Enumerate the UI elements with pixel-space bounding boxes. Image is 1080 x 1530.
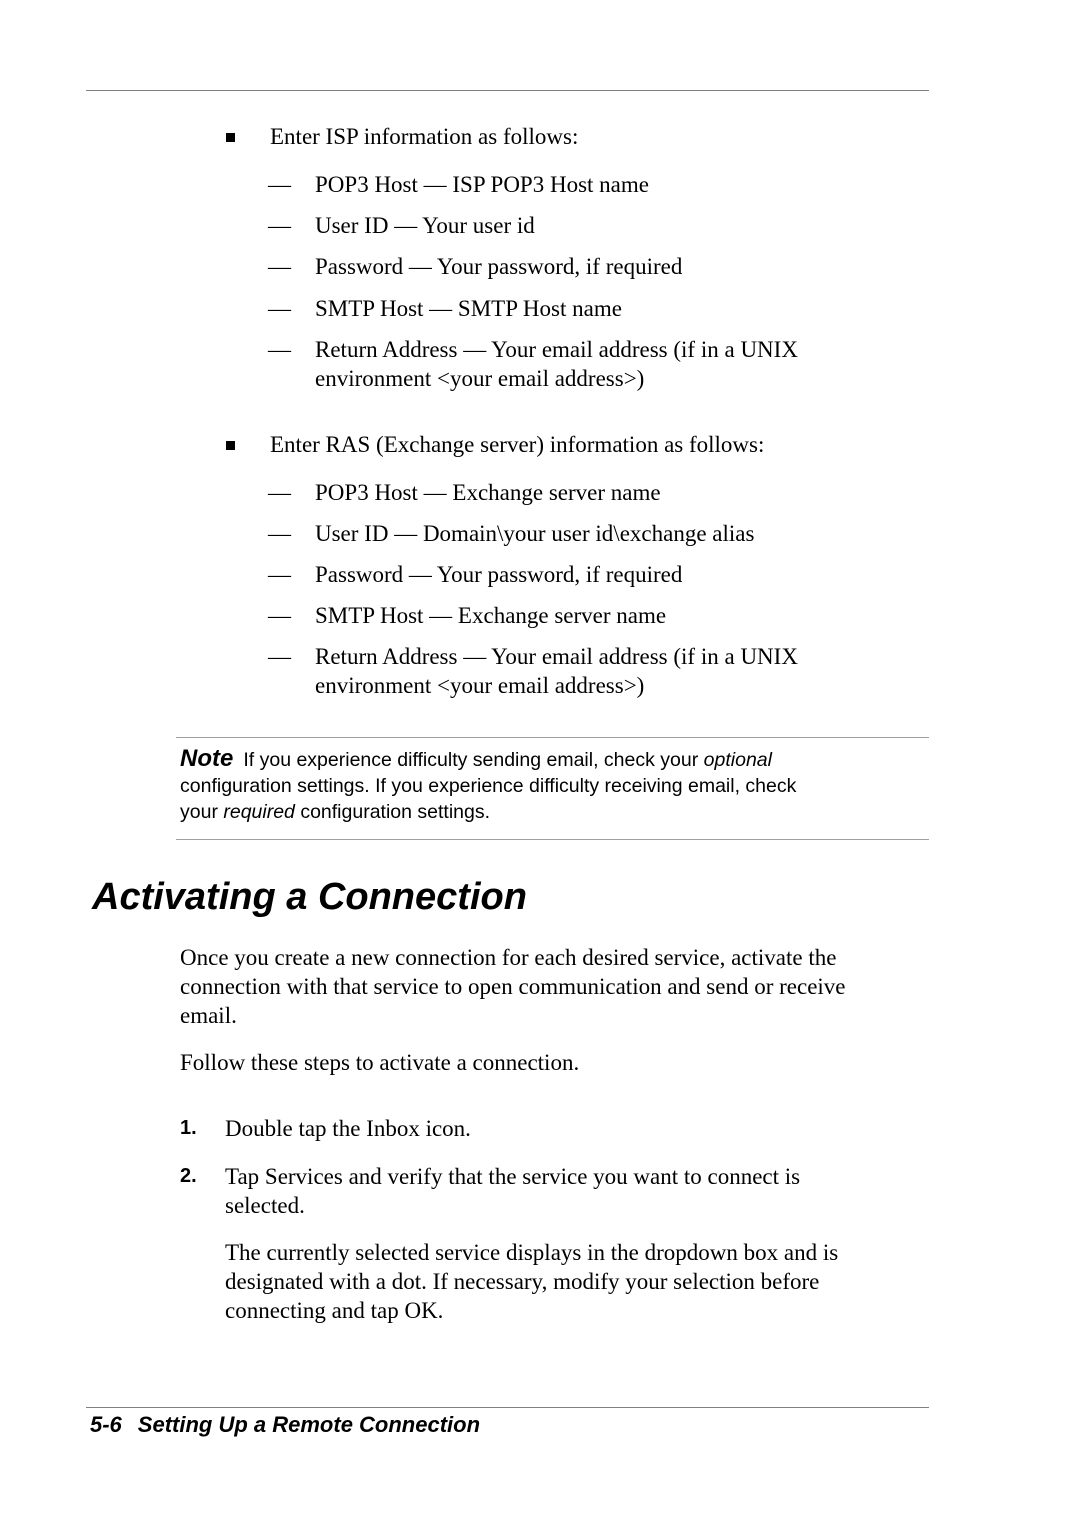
dash-icon: — <box>268 521 291 546</box>
page-footer: 5-6 Setting Up a Remote Connection <box>90 1412 480 1438</box>
bullet-icon <box>226 441 235 450</box>
page-number: 5-6 <box>90 1412 122 1437</box>
dash-icon: — <box>268 172 291 197</box>
ras-intro: Enter RAS (Exchange server) information … <box>270 432 765 457</box>
ras-item-continuation: environment <your email address>) <box>315 673 645 698</box>
dash-icon: — <box>268 296 291 321</box>
note-line-3: your required configuration settings. <box>180 801 491 823</box>
section-heading: Activating a Connection <box>92 876 527 918</box>
ras-item: Return Address — Your email address (if … <box>315 644 798 669</box>
step-detail-line: designated with a dot. If necessary, mod… <box>225 1269 820 1294</box>
step-detail-line: The currently selected service displays … <box>225 1240 839 1265</box>
ras-item: Password — Your password, if required <box>315 562 683 587</box>
footer-rule <box>86 1407 929 1408</box>
isp-item: Return Address — Your email address (if … <box>315 337 798 362</box>
dash-icon: — <box>268 213 291 238</box>
dash-icon: — <box>268 603 291 628</box>
dash-icon: — <box>268 337 291 362</box>
chapter-title: Setting Up a Remote Connection <box>137 1412 481 1437</box>
note-box: Note If you experience difficulty sending… <box>180 746 920 825</box>
note-line-2: configuration settings. If you experienc… <box>180 775 797 797</box>
step-text: Double tap the Inbox icon. <box>225 1116 471 1141</box>
dash-icon: — <box>268 562 291 587</box>
note-line-1: Note If you experience difficulty sending… <box>180 745 772 772</box>
isp-item: SMTP Host — SMTP Host name <box>315 296 622 321</box>
note-top-rule <box>176 737 929 738</box>
step-number: 2. <box>180 1165 197 1187</box>
bullet-icon <box>226 133 235 142</box>
isp-item: User ID — Your user id <box>315 213 535 238</box>
dash-icon: — <box>268 480 291 505</box>
header-rule <box>86 90 929 91</box>
paragraph-line: email. <box>180 1003 237 1028</box>
isp-item: POP3 Host — ISP POP3 Host name <box>315 172 649 197</box>
ras-item: User ID — Domain\your user id\exchange a… <box>315 521 755 546</box>
paragraph-line: Once you create a new connection for eac… <box>180 945 837 970</box>
paragraph-line: Follow these steps to activate a connect… <box>180 1050 580 1075</box>
dash-icon: — <box>268 254 291 279</box>
ras-item: SMTP Host — Exchange server name <box>315 603 667 628</box>
isp-item: Password — Your password, if required <box>315 254 683 279</box>
step-detail-line: connecting and tap OK. <box>225 1298 444 1323</box>
isp-item-continuation: environment <your email address>) <box>315 366 645 391</box>
paragraph-line: connection with that service to open com… <box>180 974 846 999</box>
dash-icon: — <box>268 644 291 669</box>
note-label: Note <box>180 745 234 772</box>
step-number: 1. <box>180 1117 197 1139</box>
isp-intro: Enter ISP information as follows: <box>270 124 579 149</box>
step-text: selected. <box>225 1193 305 1218</box>
step-text: Tap Services and verify that the service… <box>225 1164 801 1189</box>
ras-item: POP3 Host — Exchange server name <box>315 480 661 505</box>
note-bottom-rule <box>176 839 929 840</box>
